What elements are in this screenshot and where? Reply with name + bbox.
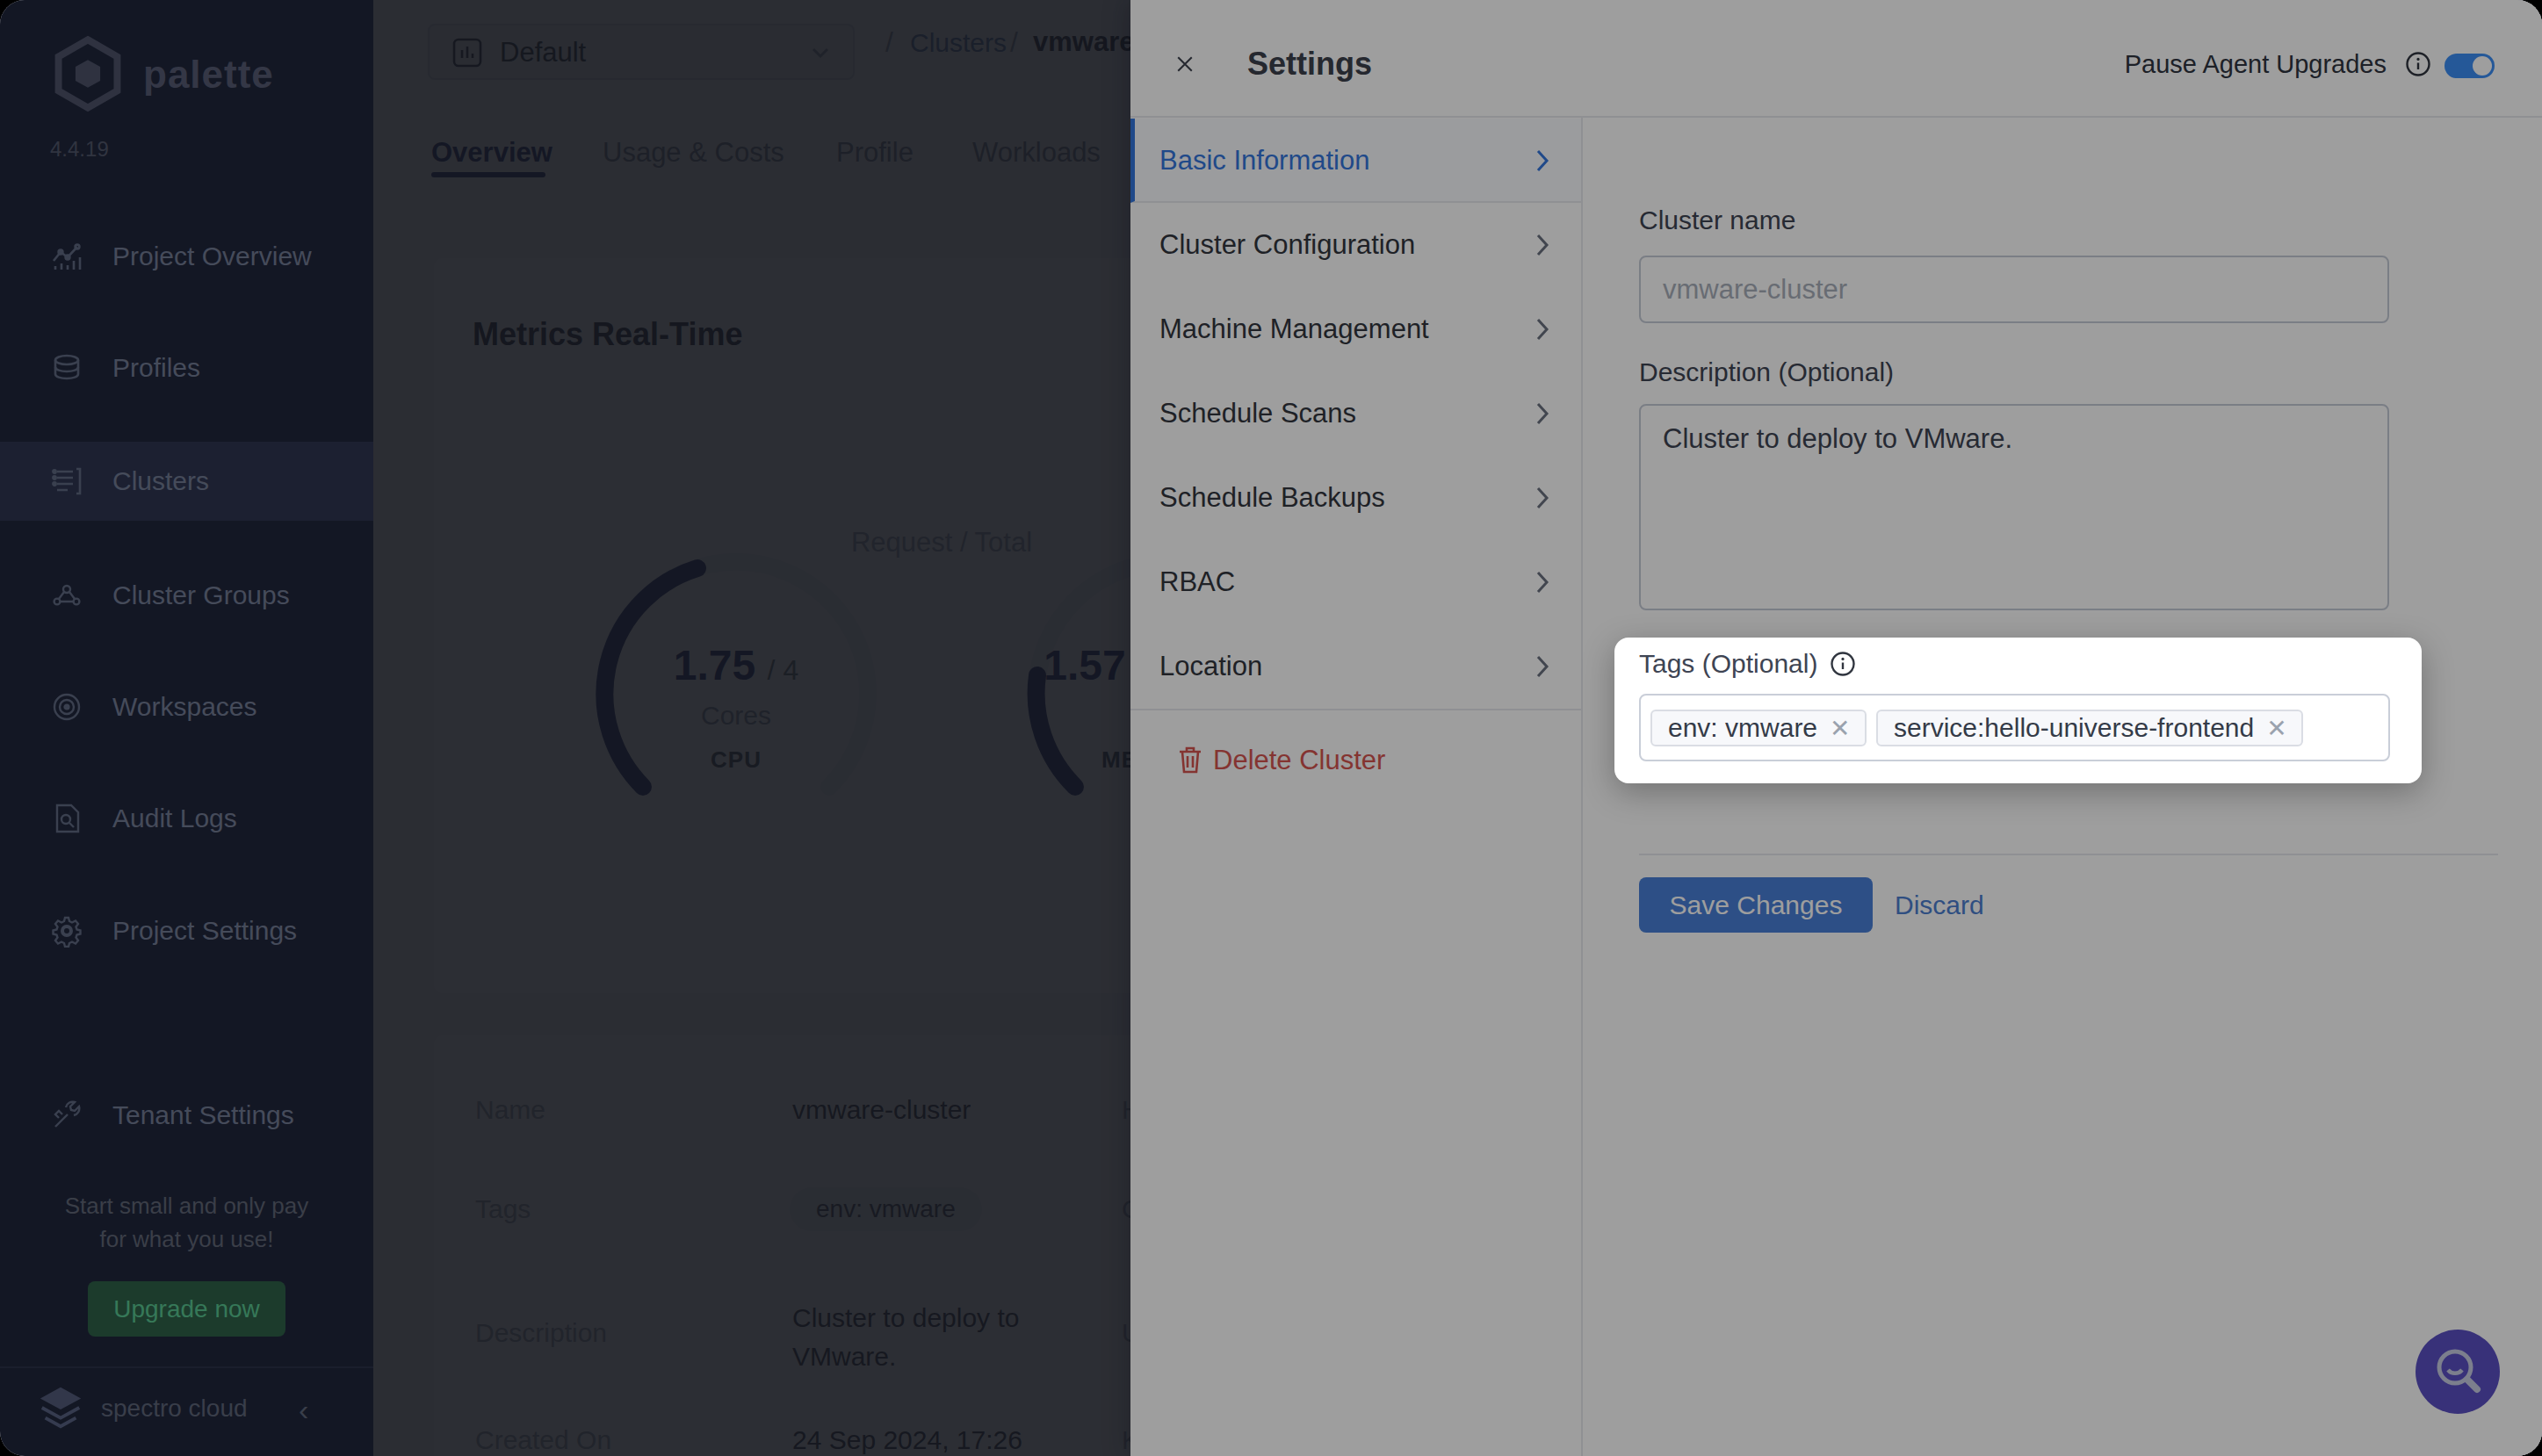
tags-label-row: Tags (Optional) [1639, 649, 1856, 679]
tags-input[interactable]: env: vmware ✕ service:hello-universe-fron… [1639, 694, 2390, 761]
tags-spotlight: Tags (Optional) env: vmware ✕ service:hel… [1614, 638, 2422, 783]
tag-chip-env-vmware: env: vmware ✕ [1650, 710, 1867, 746]
tags-label: Tags (Optional) [1639, 649, 1817, 679]
remove-tag-icon[interactable]: ✕ [1830, 714, 1850, 743]
tags-info-icon[interactable] [1830, 651, 1856, 677]
tag-chip-text: service:hello-universe-frontend [1894, 713, 2254, 743]
tag-chip-text: env: vmware [1668, 713, 1817, 743]
tag-chip-service: service:hello-universe-frontend ✕ [1876, 710, 2303, 746]
remove-tag-icon[interactable]: ✕ [2266, 714, 2286, 743]
app-screen: palette 4.4.19 Project Overview Profiles… [0, 0, 2542, 1456]
